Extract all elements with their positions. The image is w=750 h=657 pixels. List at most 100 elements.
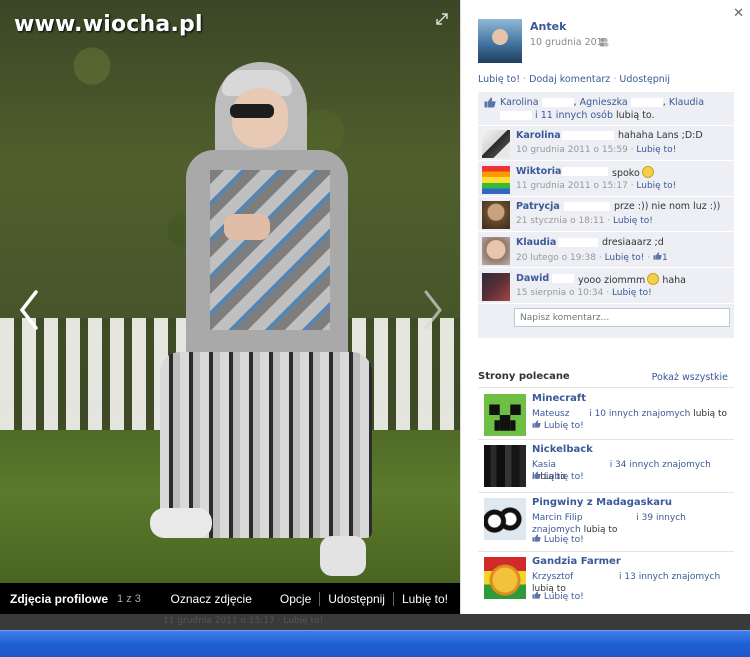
previous-photo-arrow-icon[interactable]: [14, 288, 44, 332]
comment-likes-count[interactable]: 1: [653, 252, 668, 263]
comment-meta: 10 grudnia 2011 o 15:59 · Lubię to!: [516, 145, 677, 155]
liker-name-link[interactable]: Karolina: [500, 97, 539, 108]
share-button[interactable]: Udostępnij: [328, 592, 385, 606]
page-like-button[interactable]: Lubię to!: [532, 591, 584, 602]
album-name-link[interactable]: Zdjęcia profilowe: [10, 592, 108, 606]
page-likes-suffix: lubią to: [583, 525, 618, 535]
gandzia-farmer-icon[interactable]: [484, 557, 526, 599]
commenter-avatar[interactable]: [482, 166, 510, 194]
friend-name-link[interactable]: Kasia: [532, 460, 556, 470]
photo-viewer: www.wiocha.pl Zdjęcia profilowe 1 z 3 Oz…: [0, 0, 460, 614]
fullscreen-icon[interactable]: [436, 13, 448, 25]
next-photo-arrow-icon[interactable]: [418, 288, 448, 332]
divider: [478, 387, 734, 388]
smiley-emoticon-icon: [641, 166, 654, 178]
friend-name-link[interactable]: Mateusz: [532, 409, 569, 419]
photo-person-glasses: [230, 104, 274, 118]
other-likers-link[interactable]: i 11 innych osób: [535, 110, 613, 121]
comment-like-link[interactable]: Lubię to!: [605, 253, 645, 263]
page-name-link[interactable]: Nickelback: [532, 444, 593, 455]
like-button[interactable]: Lubię to!: [402, 592, 448, 606]
comment-meta: 20 lutego o 19:38 · Lubię to! · 1: [516, 252, 668, 263]
page-like-button[interactable]: Lubię to!: [532, 420, 584, 431]
show-all-link[interactable]: Pokaż wszystkie: [652, 372, 728, 383]
comments-box: Karolina , Agnieszka , Klaudia i 11 inny…: [478, 92, 734, 338]
post-date: 10 grudnia 2011: [530, 37, 609, 48]
recommended-page-item: Minecraft Mateusz i 10 innych znajomych …: [478, 390, 734, 438]
owner-avatar[interactable]: [478, 19, 522, 63]
other-friends-link[interactable]: i 13 innych znajomych: [619, 572, 720, 582]
owner-name-link[interactable]: Antek: [530, 20, 566, 33]
comment-item: Wiktoria spoko 11 grudnia 2011 o 15:17 ·…: [478, 162, 734, 197]
comment-date: 21 stycznia o 18:11: [516, 216, 605, 226]
close-icon[interactable]: ✕: [733, 6, 744, 21]
likes-suffix: lubią to.: [616, 110, 655, 121]
comment-like-link[interactable]: Lubię to!: [636, 145, 676, 155]
friend-name-link[interactable]: Marcin Filip: [532, 513, 583, 523]
page-name-link[interactable]: Pingwiny z Madagaskaru: [532, 497, 672, 508]
comment-date: 11 grudnia 2011 o 15:17: [516, 181, 628, 191]
divider: [392, 591, 394, 606]
commenter-avatar[interactable]: [482, 130, 510, 158]
liker-name-link[interactable]: Klaudia: [669, 97, 704, 108]
photo-action-bar: Zdjęcia profilowe 1 z 3 Oznacz zdjęcie O…: [0, 583, 460, 614]
background-page-strip: [0, 614, 750, 630]
thumbs-up-icon: [532, 534, 541, 542]
commenter-avatar[interactable]: [482, 237, 510, 265]
recommended-page-item: Gandzia Farmer Krzysztof i 13 innych zna…: [478, 553, 734, 609]
commenter-avatar[interactable]: [482, 273, 510, 301]
comment-text: prze :)) nie nom luz :)): [614, 201, 721, 212]
grin-emoticon-icon: [647, 273, 660, 285]
comment-text: hahaha Lans ;D:D: [618, 130, 703, 141]
commenter-name-link[interactable]: Wiktoria: [516, 166, 561, 177]
commenter-name-link[interactable]: Karolina: [516, 130, 561, 141]
other-friends-link[interactable]: i 34 innych znajomych: [610, 460, 711, 470]
photo-person-tracksuit-pattern: [210, 170, 330, 330]
background-page-text: 11 grudnia 2011 o 15:17 · Lubię to!: [163, 616, 324, 626]
minecraft-creeper-icon[interactable]: [484, 394, 526, 436]
profile-photo[interactable]: [0, 0, 460, 583]
comment-item: Dawid yooo ziommm haha 15 sierpnia o 10:…: [478, 269, 734, 304]
comment-meta: 11 grudnia 2011 o 15:17 · Lubię to!: [516, 181, 677, 191]
page-like-button[interactable]: Lubię to!: [532, 471, 584, 482]
likes-count-value: 1: [661, 253, 668, 263]
commenter-name-link[interactable]: Dawid: [516, 273, 549, 284]
comment-like-link[interactable]: Lubię to!: [636, 181, 676, 191]
page-name-link[interactable]: Gandzia Farmer: [532, 556, 621, 567]
redacted-surname: [500, 111, 532, 120]
options-button[interactable]: Opcje: [280, 592, 311, 606]
page-likes-suffix: lubią to: [693, 409, 728, 419]
comment-meta: 15 sierpnia o 10:34 · Lubię to!: [516, 288, 652, 298]
share-post-link[interactable]: Udostępnij: [619, 74, 670, 85]
friend-name-link[interactable]: Krzysztof: [532, 572, 573, 582]
audience-people-icon[interactable]: [599, 37, 609, 47]
comment-item: Patrycja prze :)) nie nom luz :)) 21 sty…: [478, 197, 734, 232]
commenter-name-link[interactable]: Klaudia: [516, 237, 556, 248]
divider: [319, 591, 321, 606]
page-name-link[interactable]: Minecraft: [532, 393, 586, 404]
page-like-button[interactable]: Lubię to!: [532, 534, 584, 545]
comment-text-value: spoko: [612, 168, 640, 179]
like-post-link[interactable]: Lubię to!: [478, 74, 520, 85]
add-comment-link[interactable]: Dodaj komentarz: [529, 74, 610, 85]
other-friends-link[interactable]: i 10 innych znajomych: [589, 409, 690, 419]
comment-date: 10 grudnia 2011 o 15:59: [516, 145, 628, 155]
comment-meta: 21 stycznia o 18:11 · Lubię to!: [516, 216, 653, 226]
nickelback-band-image[interactable]: [484, 445, 526, 487]
page-friends-like: Mateusz i 10 innych znajomych lubią to: [532, 408, 730, 420]
commenter-name-link[interactable]: Patrycja: [516, 201, 560, 212]
redacted-surname: [585, 513, 634, 522]
redacted-surname: [558, 460, 607, 469]
liker-name-link[interactable]: Agnieszka: [580, 97, 628, 108]
tag-photo-button[interactable]: Oznacz zdjęcie: [171, 592, 252, 606]
comment-input[interactable]: [514, 308, 730, 327]
comment-text-value: yooo ziommm: [578, 275, 646, 286]
commenter-avatar[interactable]: [482, 201, 510, 229]
thumbs-up-icon: [532, 471, 541, 479]
redacted-surname: [562, 131, 614, 140]
divider: [260, 592, 272, 606]
page-like-label: Lubię to!: [543, 592, 584, 602]
comment-like-link[interactable]: Lubię to!: [613, 216, 653, 226]
comment-like-link[interactable]: Lubię to!: [612, 288, 652, 298]
penguins-of-madagascar-image[interactable]: [484, 498, 526, 540]
